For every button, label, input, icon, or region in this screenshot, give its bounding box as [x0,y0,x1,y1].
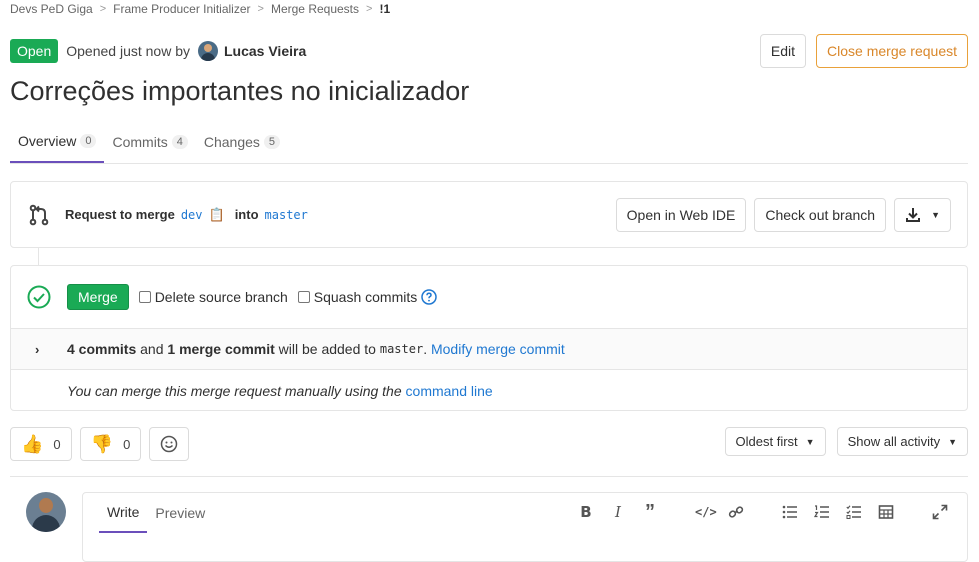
success-check-icon [27,285,51,309]
tab-count: 0 [80,133,97,148]
chevron-down-icon: ▼ [931,209,940,220]
merge-request-icon [29,204,49,225]
request-to-merge-label: Request to merge [65,207,175,222]
smiley-icon [161,435,178,453]
opened-text: Opened just now by [66,43,190,59]
author-name[interactable]: Lucas Vieira [224,43,306,59]
numbered-list-icon[interactable] [813,504,831,520]
checkbox-label: Squash commits [313,289,418,305]
tab-label: Changes [203,133,260,150]
sort-controls: Oldest first ▼ Show all activity ▼ [724,427,968,476]
tab-label: Overview [18,132,77,149]
tab-preview[interactable]: Preview [147,493,213,533]
task-list-icon[interactable] [845,504,863,520]
activity-filter-label: Show all activity [847,434,941,449]
fullscreen-icon[interactable] [931,504,949,520]
check-out-branch-button[interactable]: Check out branch [754,197,887,232]
target-branch-name: master [379,342,424,356]
commits-count: 4 commits [67,341,137,357]
added-text: will be added to [278,341,376,357]
checkbox-box[interactable] [297,291,310,303]
breadcrumb-separator-icon: > [257,3,264,15]
status-badge: Open [10,39,59,63]
merge-button[interactable]: Merge [67,284,129,310]
thumbs-up-count: 0 [53,436,61,452]
breadcrumb-separator-icon: > [366,3,373,15]
merge-info-actions: Open in Web IDE Check out branch ▼ [615,197,951,232]
question-help-icon[interactable] [421,289,437,305]
checkbox-box[interactable] [138,291,151,303]
thumbs-down-icon: 👎 [90,433,114,454]
tab-write[interactable]: Write [99,493,148,533]
page-title: Correções importantes no inicializador [10,76,470,106]
tab-label: Commits [112,133,168,150]
code-icon[interactable]: </> [695,505,717,519]
table-icon[interactable] [877,504,895,520]
merge-commit-count: 1 merge commit [167,341,275,357]
manual-merge-text: You can merge this merge request manuall… [67,382,402,399]
breadcrumb: Devs PeD Giga > Frame Producer Initializ… [10,2,390,16]
tab-count: 4 [171,134,188,149]
activity-filter-dropdown[interactable]: Show all activity ▼ [836,427,968,456]
italic-icon[interactable]: I [609,503,627,521]
sort-order-label: Oldest first [735,434,798,449]
commits-info-row[interactable]: › 4 commits and 1 merge commit will be a… [11,329,967,370]
into-label: into [234,207,259,222]
manual-merge-row: You can merge this merge request manuall… [11,370,967,411]
download-dropdown-button[interactable]: ▼ [894,197,951,232]
comment-form: Write Preview B I ” </> [82,492,968,562]
source-branch-link[interactable]: dev [181,208,203,222]
breadcrumb-mr-id[interactable]: !1 [379,2,390,16]
connector-line [38,248,39,265]
close-merge-request-button[interactable]: Close merge request [816,34,968,68]
breadcrumb-project[interactable]: Frame Producer Initializer [113,2,250,16]
bold-icon[interactable]: B [577,503,595,521]
quote-icon[interactable]: ” [641,502,659,522]
sort-order-dropdown[interactable]: Oldest first ▼ [724,427,826,456]
link-icon[interactable] [727,504,745,520]
current-user-avatar[interactable] [26,492,66,532]
merge-widget: Merge Delete source branch Squash commit… [10,265,968,411]
tab-overview[interactable]: Overview 0 [10,120,105,163]
target-branch-link[interactable]: master [265,208,308,222]
bulleted-list-icon[interactable] [781,504,799,520]
command-line-link[interactable]: command line [406,383,493,399]
author-avatar[interactable] [198,41,218,61]
copy-branch-icon[interactable]: 📋 [209,207,225,223]
thumbs-down-award-button[interactable]: 👎 0 [79,427,142,461]
thumbs-up-award-button[interactable]: 👍 0 [10,427,72,461]
open-web-ide-button[interactable]: Open in Web IDE [615,197,747,232]
tab-commits[interactable]: Commits 4 [104,120,195,163]
thumbs-down-count: 0 [123,436,131,452]
edit-button[interactable]: Edit [759,34,807,68]
breadcrumb-group[interactable]: Devs PeD Giga [10,2,93,16]
tab-changes[interactable]: Changes 5 [196,120,288,163]
mr-tabs: Overview 0 Commits 4 Changes 5 [10,120,968,164]
download-icon [906,207,921,222]
add-reaction-button[interactable] [149,427,190,461]
checkbox-label: Delete source branch [154,289,288,305]
chevron-right-icon[interactable]: › [35,342,47,357]
thumbs-up-icon: 👍 [21,433,44,454]
awards-bar: 👍 0 👎 0 Oldest first ▼ Show all activity… [10,427,968,477]
modify-merge-commit-link[interactable]: Modify merge commit [431,341,565,357]
comment-tabs: Write Preview [99,493,213,533]
merge-actions-row: Merge Delete source branch Squash commit… [11,266,967,329]
breadcrumb-separator-icon: > [99,3,107,15]
squash-commits-checkbox[interactable]: Squash commits [297,289,418,305]
and-text: and [140,341,164,357]
chevron-down-icon: ▼ [805,436,815,447]
breadcrumb-merge-requests[interactable]: Merge Requests [271,2,359,16]
delete-source-branch-checkbox[interactable]: Delete source branch [138,289,288,305]
tab-count: 5 [263,134,281,149]
chevron-down-icon: ▼ [948,436,957,447]
markdown-toolbar: B I ” </> [577,502,949,522]
mr-header: Open Opened just now by Lucas Vieira Edi… [10,34,968,68]
merge-info-panel: Request to merge dev 📋 into master Open … [10,181,968,248]
